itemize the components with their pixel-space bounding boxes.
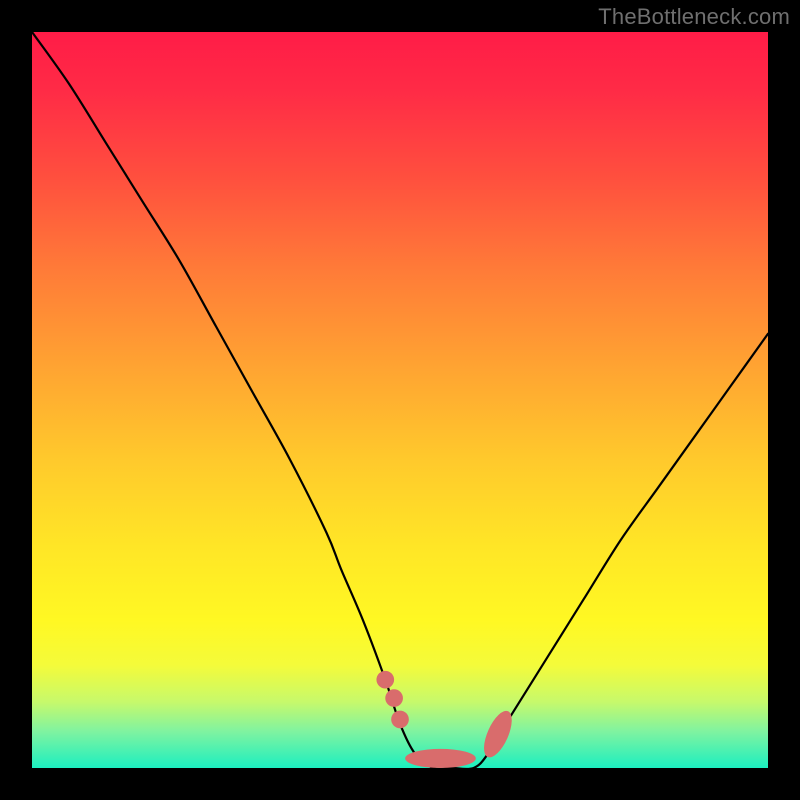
- plot-area: [32, 32, 768, 768]
- curve-marker: [376, 671, 394, 689]
- curve-markers: [376, 671, 517, 768]
- watermark-text: TheBottleneck.com: [598, 4, 790, 30]
- curve-marker: [391, 711, 409, 729]
- bottleneck-curve-line: [32, 32, 768, 768]
- chart-svg: [32, 32, 768, 768]
- curve-marker: [385, 689, 403, 707]
- chart-frame: TheBottleneck.com: [0, 0, 800, 800]
- curve-marker: [405, 749, 476, 768]
